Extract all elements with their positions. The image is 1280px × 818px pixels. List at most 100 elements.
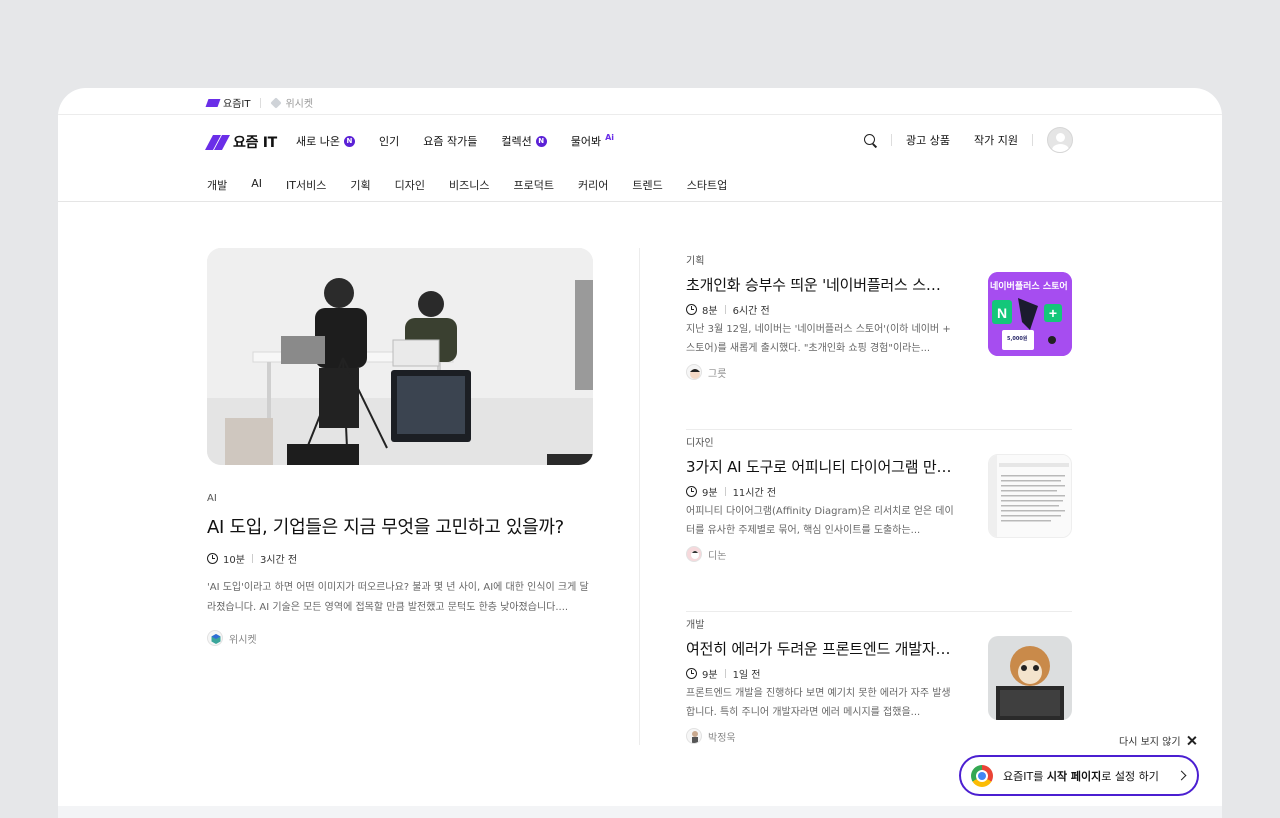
writer-support-link[interactable]: 작가 지원	[974, 132, 1018, 148]
brand-link[interactable]: 요즘IT	[207, 95, 250, 110]
ads-link[interactable]: 광고 상품	[906, 132, 950, 148]
partner-link[interactable]: 위시켓	[270, 95, 313, 110]
site-header: 요즘 IT 새로 나온 N 인기 요즘 작가들 컬렉션 N 물어봐 Ai 광고 …	[58, 115, 1222, 202]
article-category[interactable]: 디자인	[686, 434, 714, 449]
published-time: 1일 전	[732, 670, 761, 681]
author-name: 디논	[708, 550, 727, 562]
featured-image[interactable]	[207, 248, 593, 465]
article-title[interactable]: AI 도입, 기업들은 지금 무엇을 고민하고 있을까?	[207, 513, 593, 539]
article-summary[interactable]: 어피니티 다이어그램(Affinity Diagram)은 리서치로 얻은 데이…	[686, 502, 954, 540]
article-meta: 8분 6시간 전	[686, 302, 770, 317]
top-strip: 요즘IT 위시켓	[58, 88, 1222, 115]
category-trend[interactable]: 트렌드	[632, 177, 662, 193]
article-category[interactable]: 개발	[686, 616, 704, 631]
article-summary[interactable]: 'AI 도입'이라고 하면 어떤 이미지가 떠오르나요? 불과 몇 년 사이, …	[207, 578, 593, 618]
article-author[interactable]: 그릇	[686, 364, 726, 380]
clock-icon	[686, 486, 697, 497]
clock-icon	[686, 668, 697, 679]
author-avatar	[686, 364, 702, 380]
category-design[interactable]: 디자인	[395, 177, 425, 193]
category-planning[interactable]: 기획	[350, 177, 370, 193]
close-icon	[1187, 736, 1196, 745]
list-item[interactable]: 기획 초개인화 승부수 띄운 '네이버플러스 스토어' 8분 6시간 전 지난 …	[686, 248, 1072, 430]
published-time: 3시간 전	[259, 555, 298, 566]
article-title[interactable]: 3가지 AI 도구로 어피니티 다이어그램 만들기	[686, 456, 954, 477]
divider	[724, 305, 726, 314]
clock-icon	[686, 304, 697, 315]
logo-icon	[205, 134, 230, 150]
article-list: 기획 초개인화 승부수 띄운 '네이버플러스 스토어' 8분 6시간 전 지난 …	[686, 248, 1072, 794]
new-badge: N	[535, 135, 547, 147]
read-time: 9분	[702, 670, 718, 681]
published-time: 11시간 전	[732, 488, 777, 499]
thumbnail-caption: 네이버플러스 스토어	[990, 282, 1068, 292]
read-time: 9분	[702, 488, 718, 499]
article-title[interactable]: 여전히 에러가 두려운 프론트엔드 개발자에게	[686, 638, 954, 659]
thumbnail-price: 5,000원	[1007, 336, 1028, 342]
published-time: 6시간 전	[732, 306, 770, 317]
article-summary[interactable]: 프론트엔드 개발을 진행하다 보면 예기치 못한 에러가 자주 발생합니다. 특…	[686, 684, 954, 722]
author-avatar	[686, 728, 702, 744]
dismiss-label: 다시 보지 않기	[1119, 737, 1181, 748]
article-thumbnail[interactable]: N + 네이버플러스 스토어 5,000원	[988, 272, 1072, 356]
article-author[interactable]: 위시켓	[207, 630, 593, 646]
divider	[1032, 134, 1033, 146]
article-thumbnail[interactable]	[988, 636, 1072, 720]
author-name: 위시켓	[229, 634, 257, 646]
search-icon[interactable]	[863, 133, 877, 147]
author-name: 박정욱	[708, 732, 736, 744]
header-actions: 광고 상품 작가 지원	[863, 127, 1073, 153]
article-author[interactable]: 디논	[686, 546, 726, 562]
category-product[interactable]: 프로덕트	[513, 177, 553, 193]
promo-suffix: 로 설정 하기	[1101, 769, 1159, 783]
nav-writers[interactable]: 요즘 작가들	[423, 133, 477, 149]
nav-new[interactable]: 새로 나온 N	[296, 133, 355, 149]
article-summary[interactable]: 지난 3월 12일, 네이버는 '네이버플러스 스토어'(이하 네이버 + 스토…	[686, 320, 954, 358]
thumbnail-graphic	[988, 636, 1072, 720]
divider	[251, 554, 253, 563]
nav-popular[interactable]: 인기	[379, 133, 399, 149]
article-title[interactable]: 초개인화 승부수 띄운 '네이버플러스 스토어'	[686, 274, 954, 295]
category-startup[interactable]: 스타트업	[687, 177, 727, 193]
site-logo[interactable]: 요즘 IT	[205, 132, 277, 152]
article-meta: 9분 11시간 전	[686, 484, 776, 499]
nav-collection[interactable]: 컬렉션 N	[501, 133, 547, 149]
category-ai[interactable]: AI	[251, 177, 262, 193]
promo-prefix: 요즘IT를	[1003, 769, 1047, 783]
category-nav: 개발 AI IT서비스 기획 디자인 비즈니스 프로덕트 커리어 트렌드 스타트…	[207, 177, 751, 193]
page-bottom-band	[58, 806, 1222, 818]
article-category[interactable]: AI	[207, 493, 593, 504]
article-author[interactable]: 박정욱	[686, 728, 736, 744]
clock-icon	[207, 553, 218, 564]
category-business[interactable]: 비즈니스	[449, 177, 489, 193]
category-career[interactable]: 커리어	[578, 177, 608, 193]
article-category[interactable]: 기획	[686, 252, 704, 267]
read-time: 8분	[702, 306, 718, 317]
wishket-icon	[270, 96, 283, 109]
article-meta: 9분 1일 전	[686, 666, 761, 681]
page-frame: 요즘IT 위시켓 요즘 IT 새로 나온 N 인기 요즘 작가들 컬렉션 N 물…	[58, 88, 1222, 818]
svg-text:N: N	[997, 305, 1007, 321]
author-avatar	[686, 546, 702, 562]
author-avatar	[207, 630, 223, 646]
dismiss-promo-button[interactable]: 다시 보지 않기	[1119, 733, 1196, 748]
list-item[interactable]: 디자인 3가지 AI 도구로 어피니티 다이어그램 만들기 9분 11시간 전 …	[686, 430, 1072, 612]
new-badge: N	[343, 135, 355, 147]
article-thumbnail[interactable]	[988, 454, 1072, 538]
column-divider	[639, 248, 640, 745]
nav-ask[interactable]: 물어봐 Ai	[571, 133, 614, 149]
category-it-service[interactable]: IT서비스	[286, 177, 326, 193]
yozm-logo-icon	[207, 98, 219, 108]
promo-bold: 시작 페이지	[1046, 769, 1102, 783]
set-start-page-button[interactable]: 요즘IT를 시작 페이지 로 설정 하기	[959, 755, 1199, 796]
category-dev[interactable]: 개발	[207, 177, 227, 193]
divider	[724, 669, 726, 678]
chrome-icon	[971, 764, 993, 787]
featured-photo	[207, 248, 593, 465]
featured-article[interactable]: AI AI 도입, 기업들은 지금 무엇을 고민하고 있을까? 10분 3시간 …	[207, 248, 593, 646]
chevron-right-icon	[1176, 770, 1187, 781]
ai-badge: Ai	[605, 132, 615, 142]
user-avatar[interactable]	[1047, 127, 1073, 153]
thumbnail-graphic	[989, 455, 1071, 537]
divider	[724, 487, 726, 496]
